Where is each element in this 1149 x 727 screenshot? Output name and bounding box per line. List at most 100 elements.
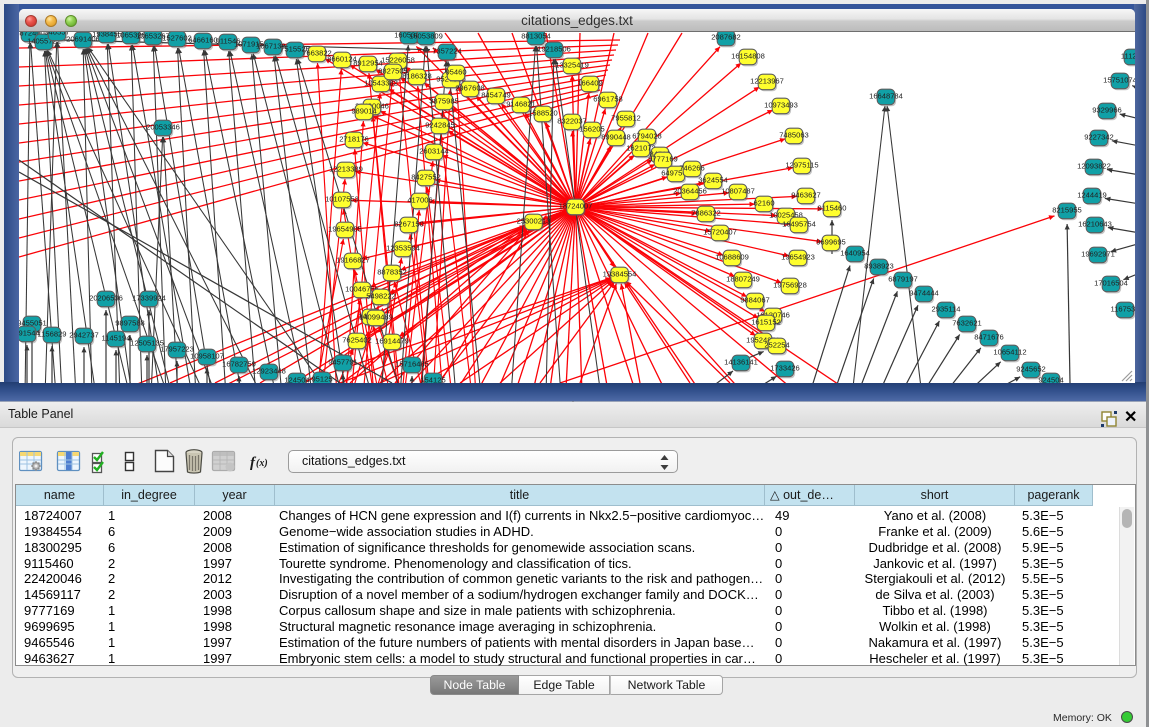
- svg-text:12923448: 12923448: [252, 367, 286, 376]
- svg-text:7632621: 7632621: [952, 319, 982, 328]
- svg-text:16495754: 16495754: [782, 220, 816, 229]
- svg-text:2603144: 2603144: [419, 147, 449, 156]
- svg-text:16914479: 16914479: [375, 337, 409, 346]
- svg-text:7357224: 7357224: [432, 47, 462, 56]
- svg-text:1640954: 1640954: [840, 249, 870, 258]
- svg-text:1244419: 1244419: [1077, 191, 1107, 200]
- svg-text:9146821: 9146821: [506, 100, 536, 109]
- svg-text:9699695: 9699695: [816, 238, 846, 247]
- svg-text:111245: 111245: [1121, 52, 1135, 61]
- svg-text:10807487: 10807487: [721, 187, 755, 196]
- svg-text:8454749: 8454749: [481, 91, 511, 100]
- svg-text:9474444: 9474444: [909, 289, 939, 298]
- svg-text:17016504: 17016504: [1094, 279, 1128, 288]
- svg-text:6466160: 6466160: [188, 36, 218, 45]
- svg-text:5498222: 5498222: [366, 292, 396, 301]
- svg-text:6794028: 6794028: [632, 132, 662, 141]
- svg-text:166409: 166409: [577, 79, 602, 88]
- svg-text:12975115: 12975115: [785, 161, 818, 170]
- svg-text:10688609: 10688609: [715, 253, 749, 262]
- svg-text:252254: 252254: [764, 341, 789, 350]
- svg-text:8267150: 8267150: [394, 220, 424, 229]
- svg-text:19756928: 19756928: [773, 281, 807, 290]
- svg-text:8427552: 8427552: [411, 173, 441, 182]
- svg-text:8990448: 8990448: [601, 133, 631, 142]
- svg-text:1615152: 1615152: [751, 318, 781, 327]
- svg-text:14099489: 14099489: [359, 313, 393, 322]
- svg-text:25300213: 25300213: [517, 217, 551, 226]
- svg-text:10654112: 10654112: [993, 348, 1026, 357]
- svg-text:9897588: 9897588: [115, 319, 145, 328]
- svg-text:1156829: 1156829: [38, 330, 67, 339]
- svg-text:16648784: 16648784: [869, 92, 903, 101]
- svg-text:20364456: 20364456: [673, 187, 707, 196]
- svg-text:19692971: 19692971: [1081, 250, 1115, 259]
- svg-text:12505135: 12505135: [130, 339, 164, 348]
- svg-text:6961758: 6961758: [593, 95, 623, 104]
- svg-text:8215955: 8215955: [1052, 206, 1082, 215]
- svg-text:9457791: 9457791: [328, 358, 358, 367]
- svg-text:8813054: 8813054: [521, 32, 551, 41]
- svg-text:7955812: 7955812: [611, 114, 641, 123]
- svg-text:20206536: 20206536: [89, 294, 123, 303]
- svg-text:154125: 154125: [420, 376, 445, 383]
- svg-text:924504: 924504: [1038, 376, 1063, 383]
- svg-text:3624554: 3624554: [698, 176, 728, 185]
- svg-text:10107553: 10107553: [325, 195, 359, 204]
- svg-text:15226058: 15226058: [381, 56, 415, 65]
- svg-text:19654923: 19654923: [781, 253, 815, 262]
- svg-text:9242845: 9242845: [425, 121, 455, 130]
- svg-text:12353594: 12353594: [386, 244, 420, 253]
- svg-text:12213967: 12213967: [750, 77, 784, 86]
- svg-text:16154808: 16154808: [731, 52, 765, 61]
- svg-text:7485063: 7485063: [779, 131, 809, 140]
- svg-text:2087682: 2087682: [711, 33, 741, 42]
- svg-text:13325419: 13325419: [555, 61, 589, 70]
- svg-text:10958107: 10958107: [190, 352, 224, 361]
- svg-text:14136141: 14136141: [724, 358, 758, 367]
- svg-text:15751074: 15751074: [1103, 76, 1135, 85]
- svg-text:2718176: 2718176: [339, 135, 369, 144]
- svg-text:20053346: 20053346: [146, 123, 180, 132]
- svg-text:18724007: 18724007: [559, 202, 593, 211]
- svg-text:19166827: 19166827: [336, 256, 370, 265]
- svg-text:18807249: 18807249: [726, 275, 760, 284]
- svg-text:9115460: 9115460: [818, 204, 847, 213]
- svg-text:1145194: 1145194: [102, 334, 131, 343]
- svg-text:19654905: 19654905: [328, 225, 362, 234]
- svg-text:16210643: 16210643: [1078, 220, 1112, 229]
- svg-text:62160: 62160: [753, 199, 774, 208]
- svg-text:124504: 124504: [284, 376, 309, 383]
- svg-text:12093822: 12093822: [1077, 162, 1111, 171]
- svg-text:95125: 95125: [311, 375, 332, 383]
- svg-text:19218506: 19218506: [537, 45, 571, 54]
- svg-text:95460: 95460: [445, 68, 466, 77]
- svg-text:15716485: 15716485: [395, 360, 429, 369]
- svg-text:1733426: 1733426: [770, 364, 800, 373]
- svg-text:1167534: 1167534: [1111, 305, 1136, 314]
- svg-text:9884067: 9884067: [740, 296, 770, 305]
- svg-text:3875985: 3875985: [429, 97, 459, 106]
- svg-text:15720407: 15720407: [703, 228, 737, 237]
- svg-text:417006: 417006: [407, 196, 432, 205]
- svg-text:9227342: 9227342: [1084, 133, 1114, 142]
- svg-text:1588520: 1588520: [528, 109, 558, 118]
- svg-text:746266: 746266: [679, 164, 704, 173]
- svg-text:6879197: 6879197: [888, 275, 918, 284]
- svg-text:2942737: 2942737: [69, 331, 99, 340]
- svg-text:9245652: 9245652: [1016, 365, 1046, 374]
- svg-text:(x): (x): [256, 458, 268, 469]
- svg-text:8186328: 8186328: [402, 72, 432, 81]
- svg-text:2935114: 2935114: [932, 305, 961, 314]
- svg-text:989014: 989014: [351, 107, 376, 116]
- svg-text:16053809: 16053809: [409, 32, 443, 41]
- svg-text:8471676: 8471676: [974, 333, 1004, 342]
- svg-text:10973493: 10973493: [764, 101, 798, 110]
- svg-text:12213389: 12213389: [329, 165, 363, 174]
- svg-text:17957223: 17957223: [160, 345, 194, 354]
- svg-text:9329966: 9329966: [1092, 106, 1122, 115]
- svg-text:7625402: 7625402: [342, 336, 372, 345]
- svg-text:19384554: 19384554: [603, 270, 637, 279]
- svg-text:9463627: 9463627: [791, 191, 821, 200]
- svg-text:9777169: 9777169: [648, 155, 678, 164]
